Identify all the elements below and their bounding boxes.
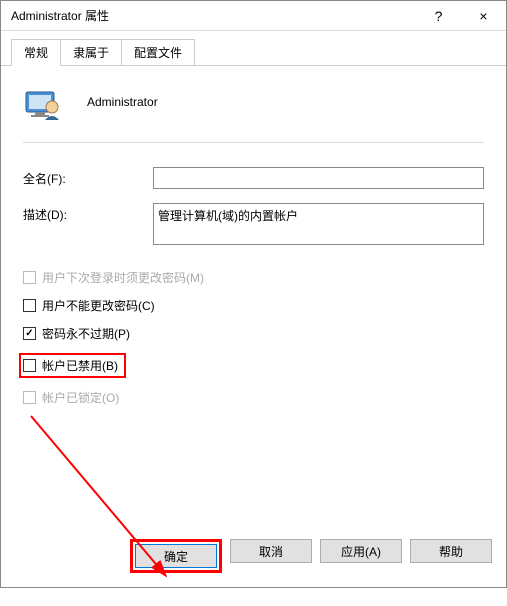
cancel-button[interactable]: 取消 — [230, 539, 312, 563]
user-name: Administrator — [87, 95, 158, 109]
description-row: 描述(D): 管理计算机(域)的内置帐户 — [23, 203, 484, 245]
help-button[interactable]: ? — [416, 1, 461, 30]
checkbox-icon — [23, 359, 36, 372]
tab-memberof[interactable]: 隶属于 — [60, 39, 122, 65]
check-cannotchange[interactable]: 用户不能更改密码(C) — [23, 297, 484, 314]
user-icon — [23, 82, 63, 122]
check-neverexpire-label: 密码永不过期(P) — [42, 325, 130, 342]
user-header: Administrator — [23, 82, 484, 143]
check-mustchange: 用户下次登录时须更改密码(M) — [23, 269, 484, 286]
checkbox-icon — [23, 327, 36, 340]
fullname-input[interactable] — [153, 167, 484, 189]
fullname-row: 全名(F): — [23, 167, 484, 189]
check-neverexpire[interactable]: 密码永不过期(P) — [23, 325, 484, 342]
button-row: 确定 取消 应用(A) 帮助 — [130, 539, 492, 573]
tab-general[interactable]: 常规 — [11, 39, 61, 66]
tab-content: Administrator 全名(F): 描述(D): 管理计算机(域)的内置帐… — [1, 66, 506, 433]
tab-profile[interactable]: 配置文件 — [121, 39, 195, 65]
description-label: 描述(D): — [23, 203, 153, 223]
checkbox-icon — [23, 299, 36, 312]
check-disabled-label: 帐户已禁用(B) — [42, 357, 118, 374]
check-cannotchange-label: 用户不能更改密码(C) — [42, 297, 155, 314]
highlight-disabled: 帐户已禁用(B) — [19, 353, 126, 378]
fullname-label: 全名(F): — [23, 167, 153, 187]
check-disabled[interactable]: 帐户已禁用(B) — [23, 357, 118, 374]
help-button-bottom[interactable]: 帮助 — [410, 539, 492, 563]
titlebar: Administrator 属性 ? × — [1, 1, 506, 31]
description-input[interactable]: 管理计算机(域)的内置帐户 — [153, 203, 484, 245]
checkbox-icon — [23, 391, 36, 404]
apply-button[interactable]: 应用(A) — [320, 539, 402, 563]
check-locked-label: 帐户已锁定(O) — [42, 389, 119, 406]
highlight-ok: 确定 — [130, 539, 222, 573]
check-locked: 帐户已锁定(O) — [23, 389, 484, 406]
window-title: Administrator 属性 — [11, 7, 416, 24]
properties-dialog: Administrator 属性 ? × 常规 隶属于 配置文件 Adminis… — [0, 0, 507, 588]
close-button[interactable]: × — [461, 1, 506, 30]
check-mustchange-label: 用户下次登录时须更改密码(M) — [42, 269, 204, 286]
annotation-arrow — [21, 406, 221, 606]
checkbox-icon — [23, 271, 36, 284]
ok-button[interactable]: 确定 — [135, 544, 217, 568]
checkbox-group: 用户下次登录时须更改密码(M) 用户不能更改密码(C) 密码永不过期(P) 帐户… — [23, 269, 484, 406]
tab-strip: 常规 隶属于 配置文件 — [1, 31, 506, 66]
